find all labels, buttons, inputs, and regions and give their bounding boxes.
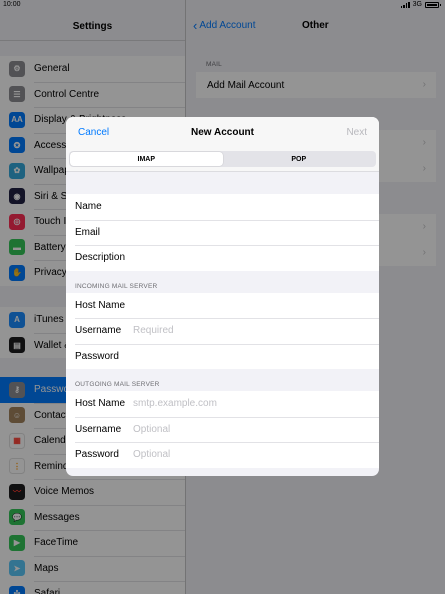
incoming-server-label: INCOMING MAIL SERVER (75, 282, 158, 290)
protocol-segmented-control: IMAP POP (69, 151, 376, 167)
protocol-segment-wrap: IMAP POP (66, 148, 379, 172)
next-button[interactable]: Next (346, 127, 367, 138)
incoming-field-row[interactable]: Username Required (66, 318, 379, 344)
field-placeholder: Optional (133, 449, 171, 461)
battery-icon (425, 1, 441, 8)
incoming-field-row[interactable]: Password (66, 343, 379, 370)
signal-icon (400, 1, 410, 8)
outgoing-fields: Host Name smtp.example.com Username Optiona… (66, 391, 379, 468)
segment-imap[interactable]: IMAP (70, 152, 223, 166)
outgoing-server-label: OUTGOING MAIL SERVER (75, 381, 160, 388)
account-field-row[interactable]: Email (66, 219, 379, 246)
incoming-field-row[interactable]: Host Name (66, 293, 379, 319)
field-label: Email (75, 226, 101, 238)
field-label: Host Name (75, 299, 126, 311)
account-field-row[interactable]: Name (66, 194, 379, 220)
network-type: 3G (412, 1, 422, 8)
status-bar: 10:00 3G (0, 0, 445, 12)
status-indicators: 3G (400, 1, 441, 8)
account-field-row[interactable]: Description (66, 245, 379, 271)
sheet-title: New Account (191, 127, 254, 138)
field-label: Username (75, 325, 122, 337)
account-fields: Name Email Description (66, 194, 379, 271)
segment-pop[interactable]: POP (223, 152, 376, 166)
outgoing-field-row[interactable]: Host Name smtp.example.com (66, 391, 379, 417)
field-placeholder: Required (133, 325, 174, 337)
status-time: 10:00 (3, 1, 21, 8)
outgoing-field-row[interactable]: Username Optional (66, 416, 379, 443)
field-label: Password (75, 449, 119, 461)
field-label: Host Name (75, 398, 126, 410)
sheet-header: Cancel New Account Next (66, 117, 379, 148)
field-label: Password (75, 350, 119, 362)
field-placeholder: Optional (133, 423, 171, 435)
new-account-sheet: Cancel New Account Next IMAP POP Name Ema… (66, 117, 379, 476)
outgoing-field-row[interactable]: Password Optional (66, 442, 379, 468)
field-label: Name (75, 201, 102, 213)
incoming-fields: Host Name Username Required Password (66, 292, 379, 370)
field-label: Description (75, 252, 126, 264)
field-placeholder: smtp.example.com (133, 398, 217, 410)
field-label: Username (75, 423, 122, 435)
